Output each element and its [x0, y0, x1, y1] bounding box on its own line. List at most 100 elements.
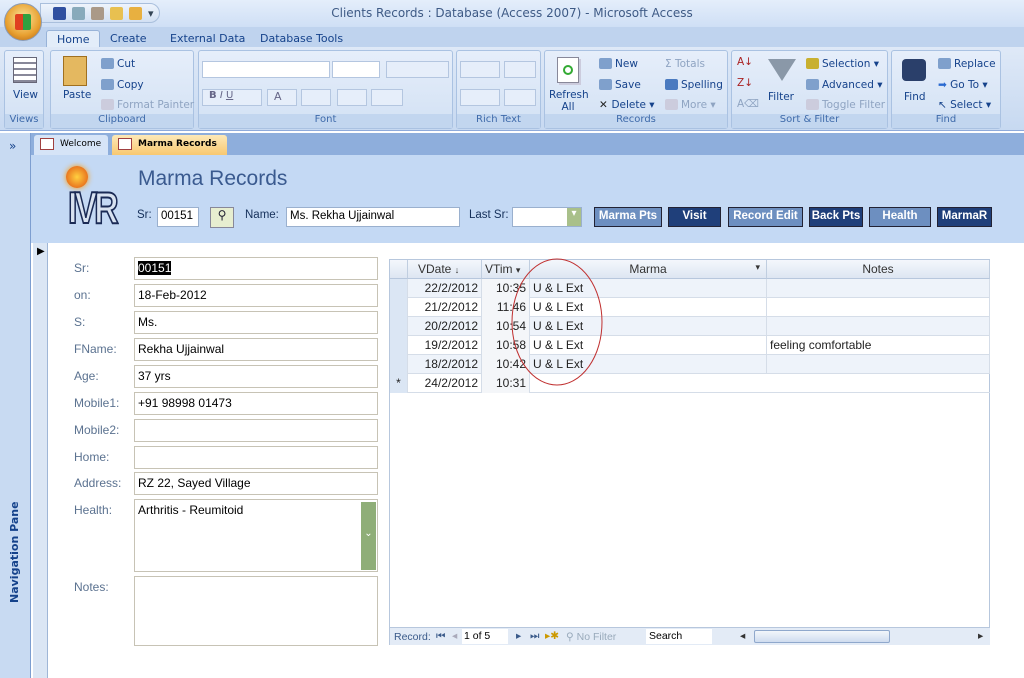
- new-record-row[interactable]: * 24/2/2012 10:31: [390, 374, 990, 393]
- font-color-button[interactable]: A: [267, 89, 297, 106]
- cell[interactable]: 21/2/2012: [408, 298, 482, 317]
- doc-tab-welcome[interactable]: Welcome: [34, 135, 108, 155]
- no-filter-button[interactable]: ⚲ No Filter: [566, 631, 616, 643]
- first-record-button[interactable]: ⏮: [436, 630, 445, 643]
- row-selector[interactable]: [390, 317, 408, 336]
- cell[interactable]: 10:54: [482, 317, 530, 336]
- toggle-filter-button[interactable]: Toggle Filter: [806, 99, 885, 111]
- health-scrollbar[interactable]: ⌄: [361, 502, 376, 570]
- age-field[interactable]: 37 yrs: [134, 365, 378, 388]
- cell[interactable]: [767, 279, 990, 298]
- align-buttons[interactable]: [386, 61, 449, 78]
- row-selector[interactable]: [390, 355, 408, 374]
- horizontal-scrollbar-thumb[interactable]: [754, 630, 890, 643]
- clear-sort-icon[interactable]: A⌫: [737, 98, 759, 110]
- tab-database-tools[interactable]: Database Tools: [250, 30, 353, 48]
- font-name-combo[interactable]: [202, 61, 330, 78]
- open-icon[interactable]: [110, 6, 123, 20]
- on-field[interactable]: 18-Feb-2012: [134, 284, 378, 307]
- spelling-button[interactable]: Spelling: [665, 79, 723, 91]
- nav-pane-toggle[interactable]: »: [9, 139, 16, 153]
- find-button[interactable]: Find: [904, 91, 926, 103]
- row-selector[interactable]: [390, 279, 408, 298]
- notes-field[interactable]: [134, 576, 378, 646]
- mobile1-field[interactable]: +91 98998 01473: [134, 392, 378, 415]
- folder-icon[interactable]: [129, 6, 142, 20]
- selection-button[interactable]: Selection ▾: [806, 58, 879, 70]
- back-pts-button[interactable]: Back Pts: [809, 207, 863, 227]
- cell[interactable]: 11:46: [482, 298, 530, 317]
- font-size-combo[interactable]: [332, 61, 380, 78]
- next-record-button[interactable]: ▸: [516, 630, 521, 642]
- tab-create[interactable]: Create: [100, 30, 157, 48]
- new-button[interactable]: New: [599, 58, 638, 70]
- italic-button[interactable]: I: [220, 90, 223, 101]
- visit-button[interactable]: Visit: [668, 207, 721, 227]
- indent-buttons[interactable]: [460, 61, 500, 78]
- print-preview-icon[interactable]: [72, 6, 85, 20]
- cut-button[interactable]: Cut: [101, 58, 135, 70]
- mobile2-field[interactable]: [134, 419, 378, 442]
- more-button[interactable]: More ▾: [665, 99, 716, 111]
- delete-button[interactable]: ✕ Delete ▾: [599, 99, 655, 111]
- advanced-button[interactable]: Advanced ▾: [806, 79, 882, 91]
- sr-field[interactable]: 00151: [134, 257, 378, 280]
- cell[interactable]: 20/2/2012: [408, 317, 482, 336]
- cell[interactable]: 24/2/2012: [408, 374, 482, 393]
- cell[interactable]: feeling comfortable: [767, 336, 990, 355]
- navigation-pane-label[interactable]: Navigation Pane: [8, 501, 21, 603]
- address-field[interactable]: RZ 22, Sayed Village: [134, 472, 378, 495]
- filter-button[interactable]: Filter: [768, 91, 794, 103]
- column-header-vtime[interactable]: VTim ▾: [482, 260, 530, 279]
- s-field[interactable]: Ms.: [134, 311, 378, 334]
- find-record-button[interactable]: ⚲: [210, 207, 234, 228]
- sr-input[interactable]: 00151: [157, 207, 199, 227]
- fname-field[interactable]: Rekha Ujjainwal: [134, 338, 378, 361]
- health-button[interactable]: Health: [869, 207, 931, 227]
- bold-button[interactable]: B: [209, 90, 217, 101]
- fill-color-button[interactable]: [301, 89, 331, 106]
- chevron-down-icon[interactable]: ▾: [567, 208, 581, 226]
- totals-button[interactable]: Σ Totals: [665, 58, 705, 70]
- alt-fill-button[interactable]: [371, 89, 403, 106]
- cell[interactable]: U & L Ext: [530, 336, 767, 355]
- row-selector[interactable]: *: [390, 374, 408, 393]
- cell[interactable]: 18/2/2012: [408, 355, 482, 374]
- current-record-input[interactable]: 1 of 5: [462, 629, 508, 644]
- cell[interactable]: 10:31: [482, 374, 530, 393]
- scroll-right-button[interactable]: ▸: [978, 630, 983, 642]
- cell[interactable]: 10:35: [482, 279, 530, 298]
- view-button[interactable]: View: [13, 89, 38, 101]
- cell[interactable]: 19/2/2012: [408, 336, 482, 355]
- save-icon[interactable]: [53, 6, 66, 20]
- cell[interactable]: 10:58: [482, 336, 530, 355]
- cell[interactable]: [767, 317, 990, 336]
- list-buttons[interactable]: [460, 89, 500, 106]
- column-header-vdate[interactable]: VDate ↓: [408, 260, 482, 279]
- cell[interactable]: 10:42: [482, 355, 530, 374]
- cell[interactable]: U & L Ext: [530, 355, 767, 374]
- health-field[interactable]: Arthritis - Reumitoid: [134, 499, 378, 572]
- marmar-button[interactable]: MarmaR: [937, 207, 992, 227]
- replace-button[interactable]: Replace: [938, 58, 996, 70]
- cell[interactable]: U & L Ext: [530, 298, 767, 317]
- format-painter-button[interactable]: Format Painter: [101, 99, 194, 111]
- select-all-corner[interactable]: [390, 260, 408, 279]
- table-row[interactable]: 22/2/2012 10:35 U & L Ext: [390, 279, 990, 298]
- refresh-all-button[interactable]: Refresh All: [549, 89, 589, 113]
- cell[interactable]: [767, 298, 990, 317]
- name-input[interactable]: Ms. Rekha Ujjainwal: [286, 207, 460, 227]
- underline-button[interactable]: U: [226, 90, 233, 101]
- row-selector[interactable]: [390, 336, 408, 355]
- table-row[interactable]: 21/2/2012 11:46 U & L Ext: [390, 298, 990, 317]
- doc-tab-marma-records[interactable]: Marma Records: [112, 135, 227, 155]
- visits-datasheet[interactable]: VDate ↓ VTim ▾ Marma ▾ Notes 22/2/2012 10:…: [389, 259, 990, 645]
- column-header-notes[interactable]: Notes: [767, 260, 990, 279]
- office-button[interactable]: [4, 3, 42, 41]
- highlight-button[interactable]: [504, 89, 536, 106]
- table-row[interactable]: 18/2/2012 10:42 U & L Ext: [390, 355, 990, 374]
- paragraph-button[interactable]: [504, 61, 536, 78]
- tab-external-data[interactable]: External Data: [160, 30, 255, 48]
- row-selector[interactable]: [390, 298, 408, 317]
- goto-button[interactable]: ➡ Go To ▾: [938, 79, 988, 91]
